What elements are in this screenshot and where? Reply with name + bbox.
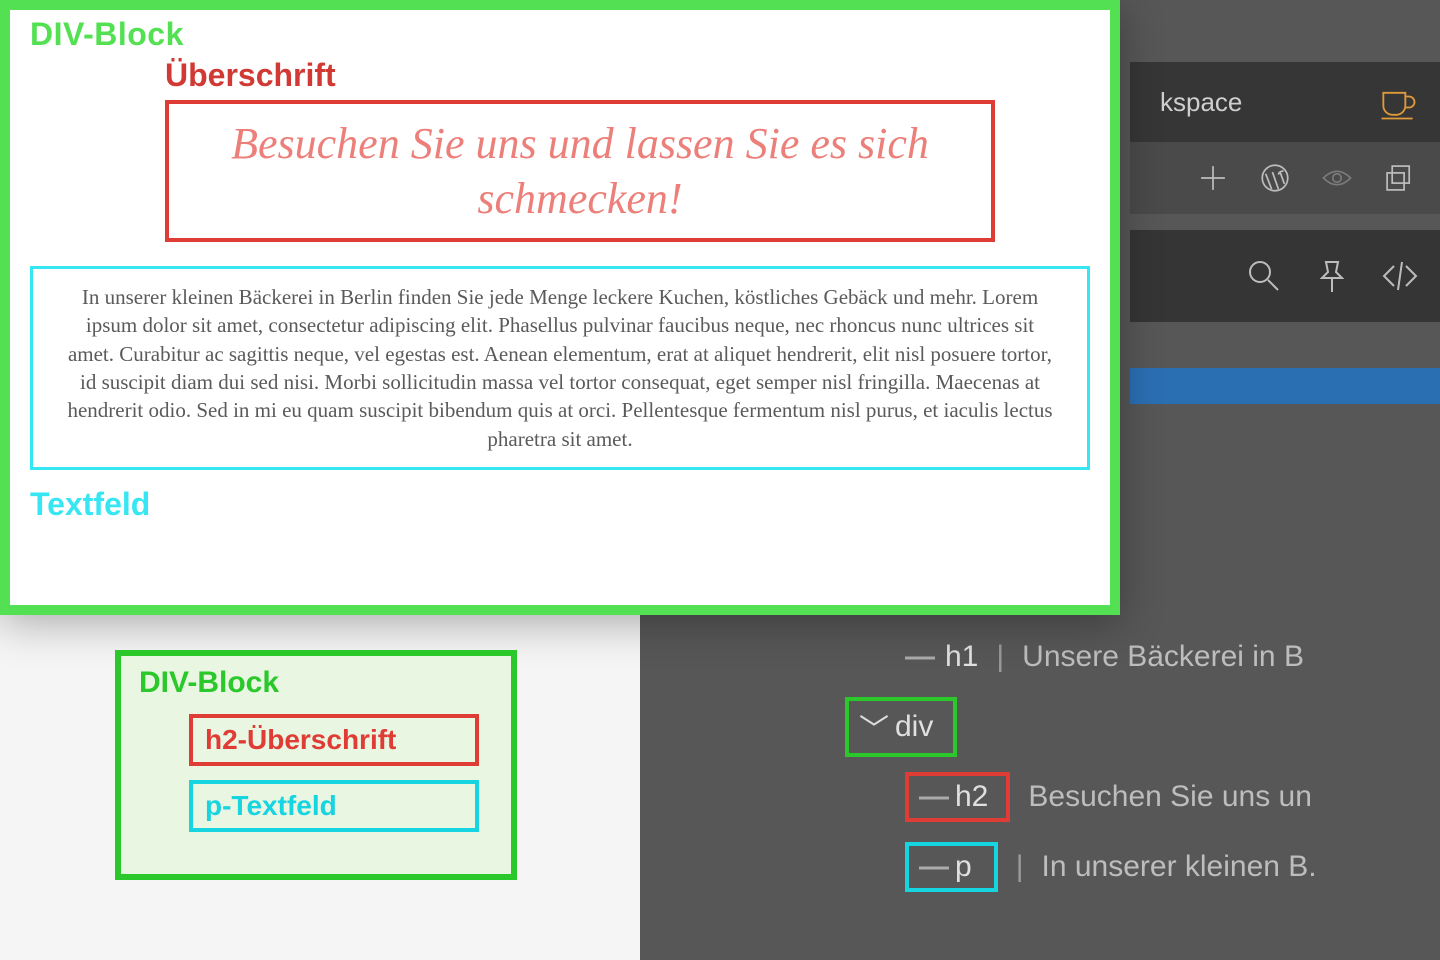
collapse-dash-icon: — [905, 640, 927, 674]
annotation-label-textfeld: Textfeld [30, 486, 1090, 523]
structure-tree: — h1 | Unsere Bäckerei in B ﹀ div — h2 B… [665, 618, 1440, 960]
tree-sep: | [996, 640, 1004, 674]
selection-highlight [1130, 368, 1440, 404]
h2-highlight-box: Besuchen Sie uns und lassen Sie es sich … [165, 100, 995, 242]
pin-icon[interactable] [1312, 256, 1352, 296]
legend-h2-label: h2-Überschrift [189, 714, 479, 766]
chevron-down-icon[interactable]: ﹀ [859, 705, 881, 749]
tree-tag: p [955, 850, 972, 884]
tree-row-h1[interactable]: — h1 | Unsere Bäckerei in B [665, 622, 1440, 692]
hero-h2-text: Besuchen Sie uns und lassen Sie es sich … [199, 116, 961, 226]
tree-text: In unserer kleinen B. [1041, 850, 1316, 884]
tree-text: Besuchen Sie uns un [1028, 780, 1312, 814]
tree-row-div[interactable]: ﹀ div [665, 692, 1440, 762]
wordpress-icon[interactable] [1258, 161, 1292, 195]
tree-tag: div [895, 710, 933, 744]
tree-p-highlight: — p [905, 842, 998, 892]
search-icon[interactable] [1244, 256, 1284, 296]
copy-icon[interactable] [1382, 161, 1416, 195]
tree-h2-highlight: — h2 [905, 772, 1010, 822]
collapse-dash-icon: — [919, 780, 941, 814]
tree-text: Unsere Bäckerei in B [1022, 640, 1304, 674]
plus-icon[interactable] [1196, 161, 1230, 195]
tree-tag: h1 [945, 640, 978, 674]
toolbar-row-1 [1130, 142, 1440, 214]
annotation-label-heading: Überschrift [165, 57, 1090, 94]
tree-row-p[interactable]: — p | In unserer kleinen B. [665, 832, 1440, 902]
builder-tab-bar: kspace [1130, 62, 1440, 142]
p-highlight-box: In unserer kleinen Bäckerei in Berlin fi… [30, 266, 1090, 470]
tree-tag: h2 [955, 780, 988, 814]
preview-card: DIV-Block Überschrift Besuchen Sie uns u… [0, 0, 1120, 615]
tree-sep: | [1016, 850, 1024, 884]
collapse-dash-icon: — [919, 850, 941, 884]
tree-row-h2[interactable]: — h2 Besuchen Sie uns un [665, 762, 1440, 832]
hero-p-text: In unserer kleinen Bäckerei in Berlin fi… [61, 283, 1059, 453]
coffee-cup-icon[interactable] [1376, 80, 1420, 124]
legend-p-label: p-Textfeld [189, 780, 479, 832]
code-icon[interactable] [1380, 256, 1420, 296]
eye-icon[interactable] [1320, 161, 1354, 195]
legend-div-label: DIV-Block [139, 666, 493, 700]
workspace-tab-label[interactable]: kspace [1160, 87, 1242, 118]
tree-div-highlight: ﹀ div [845, 697, 957, 757]
legend-card: DIV-Block h2-Überschrift p-Textfeld [115, 650, 517, 880]
annotation-label-div: DIV-Block [30, 16, 1090, 53]
toolbar-row-2 [1130, 230, 1440, 322]
